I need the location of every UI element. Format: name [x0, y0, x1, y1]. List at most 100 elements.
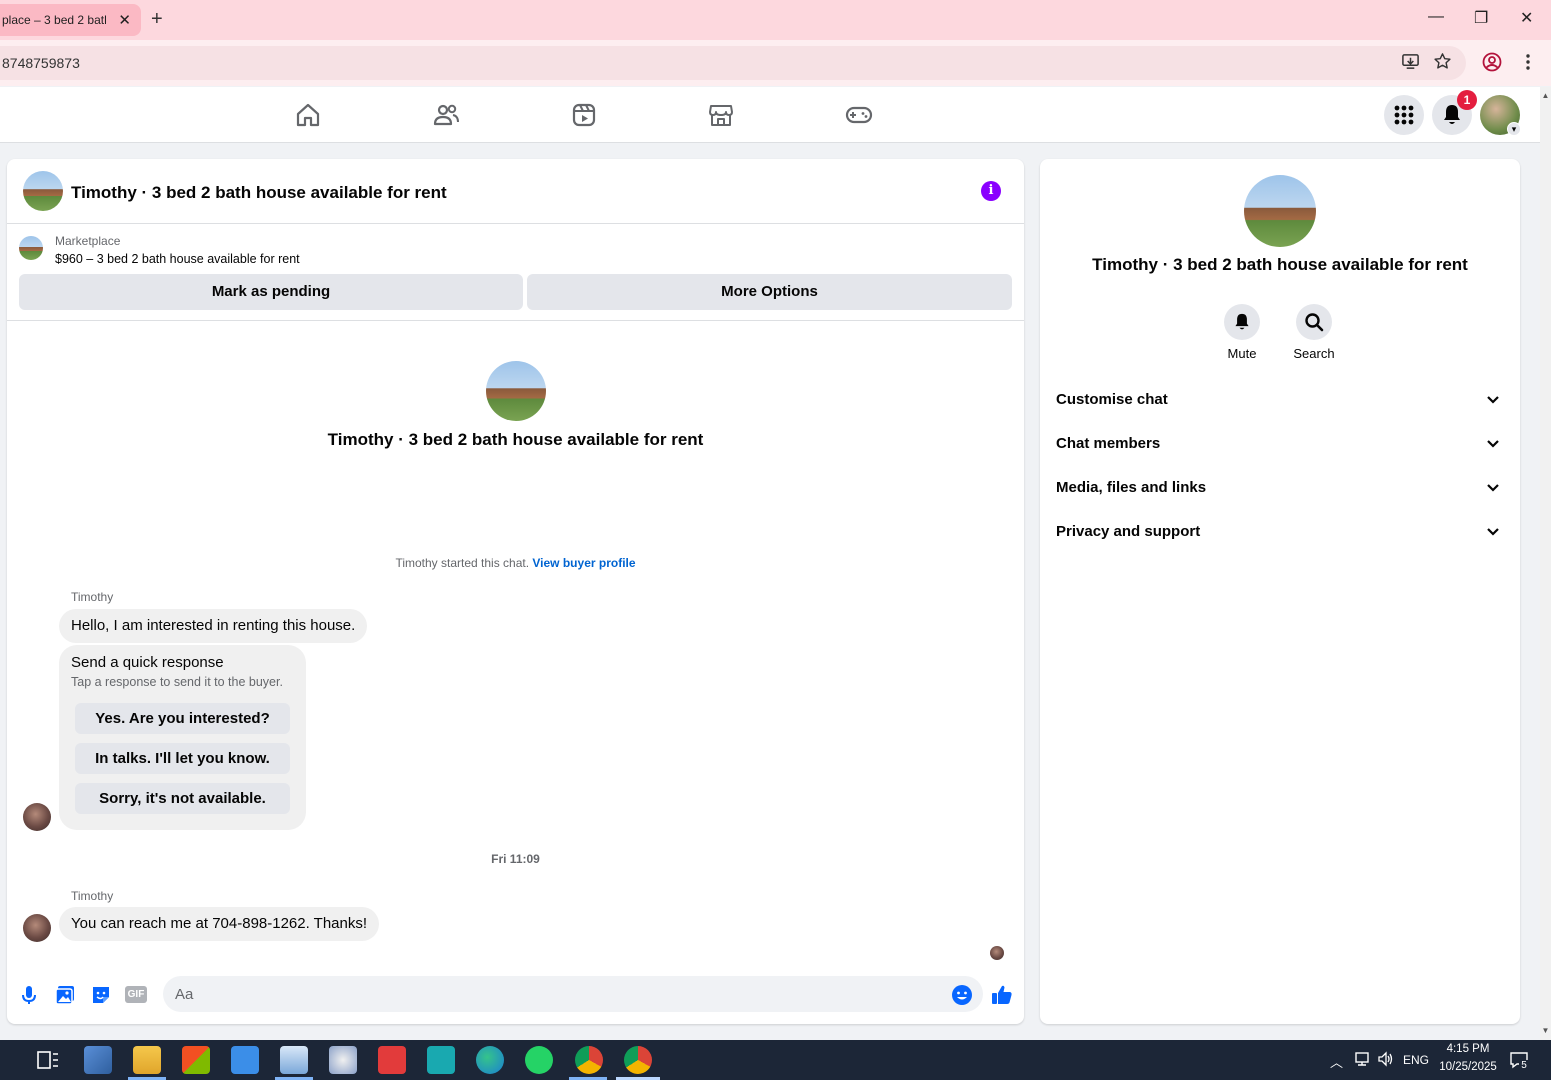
chevron-down-icon[interactable]: ▾ — [1507, 122, 1521, 136]
gaming-icon[interactable] — [845, 101, 873, 129]
search-icon — [1305, 313, 1324, 332]
clock-date[interactable]: 10/25/2025 — [1436, 1061, 1500, 1073]
section-label: Privacy and support — [1056, 523, 1201, 540]
info-panel-picture[interactable] — [1244, 175, 1316, 247]
chat-info-panel: Timothy · 3 bed 2 bath house available f… — [1040, 159, 1520, 1024]
quick-response-option[interactable]: Yes. Are you interested? — [75, 703, 290, 734]
url-text: 8748759873 — [2, 55, 80, 71]
customise-chat-section[interactable]: Customise chat — [1056, 382, 1508, 418]
chevron-down-icon — [1487, 484, 1499, 492]
seen-indicator-avatar — [990, 946, 1004, 960]
swift-app-icon[interactable] — [427, 1046, 455, 1074]
home-icon[interactable] — [294, 101, 322, 129]
quick-response-option[interactable]: Sorry, it's not available. — [75, 783, 290, 814]
marketplace-icon[interactable] — [707, 101, 735, 129]
notification-badge: 1 — [1457, 90, 1477, 110]
file-explorer-icon[interactable] — [133, 1046, 161, 1074]
microphone-icon[interactable] — [17, 983, 41, 1007]
quick-response-subtitle: Tap a response to send it to the buyer. — [71, 675, 283, 689]
photo-viewer-icon[interactable] — [280, 1046, 308, 1074]
more-options-button[interactable]: More Options — [527, 274, 1012, 310]
close-window-button[interactable]: ✕ — [1520, 8, 1533, 28]
section-label: Customise chat — [1056, 391, 1168, 408]
section-label: Chat members — [1056, 435, 1161, 452]
action-center-count: 5 — [1519, 1060, 1529, 1071]
bell-icon — [1444, 105, 1460, 124]
task-view-icon[interactable] — [34, 1046, 62, 1074]
profile-icon[interactable] — [1482, 52, 1502, 72]
page-scrollbar[interactable] — [1540, 87, 1551, 1040]
quick-response-option[interactable]: In talks. I'll let you know. — [75, 743, 290, 774]
tab-close-icon[interactable]: ✕ — [118, 11, 131, 29]
info-icon[interactable]: i — [981, 181, 1001, 201]
chrome-profile-icon[interactable] — [624, 1046, 652, 1074]
chevron-down-icon — [1487, 396, 1499, 404]
grid-menu-icon — [1394, 105, 1414, 125]
view-buyer-profile-link[interactable]: View buyer profile — [532, 556, 635, 570]
quick-response-card: Send a quick response Tap a response to … — [59, 645, 306, 830]
search-label: Search — [1293, 346, 1335, 361]
tray-chevron-icon[interactable]: ︿ — [1330, 1052, 1343, 1071]
language-indicator[interactable]: ENG — [1403, 1053, 1429, 1067]
whatsapp-icon[interactable] — [525, 1046, 553, 1074]
section-label: Media, files and links — [1056, 479, 1207, 496]
listing-source: Marketplace — [55, 234, 121, 248]
search-conversation-button[interactable]: Search — [1284, 304, 1344, 361]
scroll-down-icon[interactable]: ▼ — [1540, 1026, 1551, 1035]
facebook-top-nav — [0, 87, 1540, 143]
listing-thumbnail[interactable] — [23, 171, 63, 211]
anydesk-icon[interactable] — [378, 1046, 406, 1074]
friends-icon[interactable] — [432, 101, 460, 129]
message-sender: Timothy — [71, 889, 114, 903]
privacy-support-section[interactable]: Privacy and support — [1056, 514, 1508, 550]
media-files-links-section[interactable]: Media, files and links — [1056, 470, 1508, 506]
like-thumb-icon[interactable] — [990, 983, 1014, 1007]
chat-profile-picture — [486, 361, 546, 421]
browser-menu-icon[interactable] — [1520, 52, 1536, 72]
listing-title[interactable]: $960 – 3 bed 2 bath house available for … — [55, 252, 300, 266]
maximize-button[interactable]: ❐ — [1474, 8, 1488, 28]
browser-tab[interactable]: place – 3 bed 2 bath h ✕ — [0, 4, 141, 36]
chat-title[interactable]: Timothy · 3 bed 2 bath house available f… — [71, 183, 447, 203]
mute-label: Mute — [1227, 346, 1257, 361]
mute-button[interactable]: Mute — [1212, 304, 1272, 361]
browser-tab-strip: place – 3 bed 2 bath h ✕ + — ❐ ✕ — [0, 0, 1551, 40]
chevron-down-icon — [1487, 440, 1499, 448]
clock-time[interactable]: 4:15 PM — [1436, 1043, 1500, 1055]
microsoft-store-icon[interactable] — [182, 1046, 210, 1074]
mail-icon[interactable] — [231, 1046, 259, 1074]
quick-response-title: Send a quick response — [71, 654, 224, 671]
network-icon[interactable] — [1353, 1051, 1371, 1067]
bookmark-star-icon[interactable] — [1433, 52, 1452, 71]
started-text: Timothy started this chat. — [395, 556, 530, 570]
gif-icon[interactable]: GIF — [125, 986, 147, 1003]
info-panel-title: Timothy · 3 bed 2 bath house available f… — [1092, 255, 1468, 274]
emoji-icon[interactable] — [950, 983, 974, 1007]
remote-desktop-icon[interactable] — [84, 1046, 112, 1074]
app-icon[interactable] — [329, 1046, 357, 1074]
chat-members-section[interactable]: Chat members — [1056, 426, 1508, 462]
minimize-button[interactable]: — — [1428, 8, 1444, 26]
video-icon[interactable] — [570, 101, 598, 129]
install-app-icon[interactable] — [1401, 52, 1420, 71]
sticker-icon[interactable] — [89, 983, 113, 1007]
message-timestamp: Fri 11:09 — [491, 852, 540, 866]
photo-icon[interactable] — [53, 983, 77, 1007]
menu-grid-button[interactable] — [1384, 95, 1424, 135]
chrome-icon[interactable] — [575, 1046, 603, 1074]
sender-avatar[interactable] — [23, 914, 51, 942]
message-input[interactable] — [163, 976, 983, 1012]
chat-panel: Timothy · 3 bed 2 bath house available f… — [7, 159, 1024, 1024]
message-bubble[interactable]: Hello, I am interested in renting this h… — [59, 609, 368, 643]
scroll-up-icon[interactable]: ▲ — [1540, 91, 1551, 100]
chevron-down-icon — [1487, 528, 1499, 536]
sender-avatar[interactable] — [23, 803, 51, 831]
url-field[interactable]: 8748759873 — [0, 46, 1466, 80]
edge-browser-icon[interactable] — [476, 1046, 504, 1074]
volume-icon[interactable] — [1377, 1051, 1395, 1067]
chat-started-notice: Timothy started this chat. View buyer pr… — [7, 556, 1024, 570]
chat-intro-title: Timothy · 3 bed 2 bath house available f… — [327, 430, 704, 449]
new-tab-button[interactable]: + — [151, 8, 163, 31]
mark-as-pending-button[interactable]: Mark as pending — [19, 274, 523, 310]
message-bubble[interactable]: You can reach me at 704-898-1262. Thanks… — [59, 907, 380, 941]
